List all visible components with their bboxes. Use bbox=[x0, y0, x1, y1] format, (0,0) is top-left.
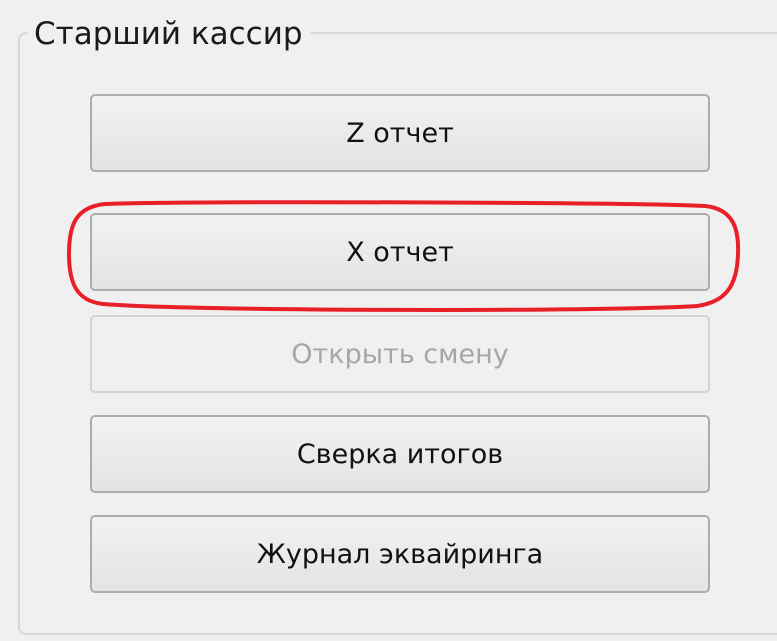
z-report-button[interactable]: Z отчет bbox=[90, 94, 710, 172]
acquiring-journal-button[interactable]: Журнал эквайринга bbox=[90, 515, 710, 593]
reconcile-totals-button[interactable]: Сверка итогов bbox=[90, 415, 710, 493]
window-content: Старший кассир Z отчет X отчет Открыть с… bbox=[0, 0, 777, 641]
x-report-button[interactable]: X отчет bbox=[90, 213, 710, 291]
open-shift-button: Открыть смену bbox=[90, 315, 710, 393]
group-title: Старший кассир bbox=[28, 14, 311, 54]
